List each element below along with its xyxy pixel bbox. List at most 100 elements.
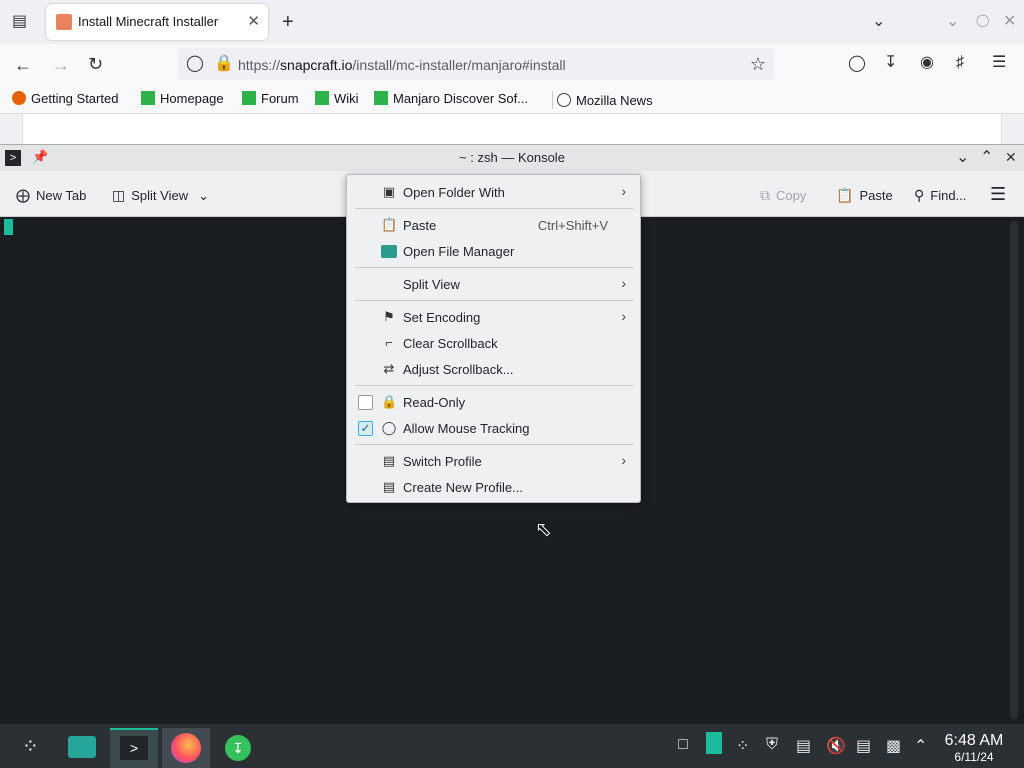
bookmark-wiki[interactable]: Wiki [315,91,359,106]
new-tab-button[interactable]: ⨁ New Tab [16,187,86,204]
extensions-icon[interactable]: ♯ [956,55,964,71]
minimize-icon[interactable]: ⌄ [956,150,969,166]
bookmark-manjaro-discover[interactable]: Manjaro Discover Sof... [374,91,528,106]
manjaro-icon [315,91,329,105]
bookmark-getting-started[interactable]: Getting Started [12,91,118,106]
bookmark-mozilla-news[interactable]: Mozilla News [548,91,653,109]
browser-tab[interactable]: Install Minecraft Installer ✕ [46,4,268,40]
read-only-checkbox[interactable] [358,395,373,410]
manjaro-icon [374,91,388,105]
mouse-icon: ◯ [381,420,397,435]
paste-button[interactable]: 📋 Paste [836,187,893,204]
downloads-icon[interactable]: ↧ [884,55,897,71]
page-content [22,114,1002,144]
hamburger-menu-icon[interactable]: ☰ [990,184,1006,205]
taskbar-konsole[interactable]: > [110,728,158,768]
bookmarks-toolbar: Getting Started Homepage Forum Wiki Manj… [0,84,1024,114]
network-icon[interactable]: ⁘ [736,736,749,756]
show-desktop-icon[interactable]: □ [678,736,688,754]
menu-item-allow-mouse-tracking[interactable]: ✓ ◯ Allow Mouse Tracking [347,415,640,441]
menu-item-split-view[interactable]: Split View › [347,271,640,297]
url-bar[interactable]: ◯ 🔒 https://snapcraft.io/install/mc-inst… [178,48,774,80]
clear-icon: ⌐ [385,335,393,350]
split-view-button[interactable]: ◫ Split View ⌄ [112,187,209,204]
open-folder-with-icon: ▣ [382,184,396,199]
close-window-icon[interactable]: ✕ [1003,14,1016,30]
tab-strip: ▤ Install Minecraft Installer ✕ + ⌄ ⌄ ◯ … [0,0,1024,44]
switch-profile-icon: ▤ [382,453,396,468]
pocket-icon[interactable]: ◯ [848,56,866,72]
menu-item-clear-scrollback[interactable]: ⌐ Clear Scrollback [347,330,640,356]
app-launcher-icon[interactable]: ⁘ [22,734,39,759]
konsole-app-icon: > [120,736,148,760]
back-icon[interactable]: ← [14,56,32,74]
menu-item-open-folder-with[interactable]: ▣ Open Folder With › [347,179,640,205]
menu-item-create-new-profile[interactable]: ▤ Create New Profile... [347,474,640,500]
forward-icon[interactable]: → [52,56,70,74]
chevron-right-icon: › [621,183,626,199]
menu-item-switch-profile[interactable]: ▤ Switch Profile › [347,448,640,474]
taskbar: ⁘ > ↧ □ ⁘ ⛨ ▤ 🔇 ▤ ▩ ⌃ [0,724,1024,768]
taskbar-file-manager[interactable] [58,728,106,768]
disk-icon[interactable]: ▤ [856,736,871,756]
taskbar-firefox[interactable] [162,728,210,768]
reload-icon[interactable]: ↻ [88,55,103,73]
lock-icon: 🔒 [381,394,398,409]
menu-item-paste[interactable]: 📋 Paste Ctrl+Shift+V [347,212,640,238]
shield-icon[interactable]: ⛨ [766,736,778,754]
volume-muted-icon[interactable]: 🔇 [826,736,846,756]
list-all-tabs-icon[interactable]: ▤ [12,14,27,30]
chevron-right-icon: › [621,275,626,291]
chevron-right-icon: › [621,308,626,324]
lock-icon[interactable]: 🔒 [214,56,234,72]
tab-favicon-icon [56,14,72,30]
maximize-icon[interactable]: ⌃ [980,150,993,166]
mouse-pointer-icon: ⬁ [535,519,552,541]
url-text: https://snapcraft.io/install/mc-installe… [238,57,566,73]
menu-item-adjust-scrollback[interactable]: ⇄ Adjust Scrollback... [347,356,640,382]
menu-item-read-only[interactable]: 🔒 Read-Only [347,389,640,415]
menu-item-open-file-manager[interactable]: Open File Manager [347,238,640,264]
close-tab-icon[interactable]: ✕ [247,12,260,30]
search-icon: ⚲ [914,187,925,203]
clipboard-icon[interactable] [706,732,722,754]
scrollbar[interactable] [1010,221,1018,719]
display-icon[interactable]: ▩ [886,736,901,756]
expand-tray-icon[interactable]: ⌃ [914,736,927,756]
minimize-icon[interactable]: ⌄ [946,14,959,30]
new-profile-icon: ▤ [382,479,396,494]
new-tab-icon[interactable]: + [282,12,294,32]
allow-mouse-tracking-checkbox[interactable]: ✓ [358,421,373,436]
folder-icon [381,245,397,258]
menu-separator [355,444,634,445]
menu-separator [355,267,634,268]
menu-separator [355,208,634,209]
firefox-icon [171,733,201,763]
menu-item-set-encoding[interactable]: ⚑ Set Encoding › [347,304,640,330]
close-icon[interactable]: ✕ [1005,150,1017,164]
copy-button[interactable]: ⧉ Copy [760,187,806,204]
clock-date: 6/11/24 [954,750,994,764]
clipboard-tray-icon[interactable]: ▤ [796,736,811,756]
maximize-icon[interactable]: ◯ [976,14,989,26]
shield-icon[interactable]: ◯ [186,56,204,72]
terminal-cursor [4,219,13,235]
menu-icon[interactable]: ☰ [992,55,1006,71]
konsole-title: ~ : zsh — Konsole [459,150,565,165]
paste-shortcut: Ctrl+Shift+V [537,218,608,233]
find-button[interactable]: ⚲ Find... [914,187,966,204]
bookmark-forum[interactable]: Forum [242,91,299,106]
copy-icon: ⧉ [760,187,770,203]
firefox-icon [12,91,26,105]
bookmark-homepage[interactable]: Homepage [141,91,224,106]
account-icon[interactable]: ◉ [920,55,934,71]
manjaro-icon [242,91,256,105]
chevron-down-icon: ⌄ [198,188,209,203]
bookmark-star-icon[interactable]: ☆ [750,55,766,73]
clock[interactable]: 6:48 AM 6/11/24 [936,732,1012,764]
paste-icon: 📋 [381,217,398,232]
taskbar-updater[interactable]: ↧ [214,728,262,768]
folder-icon [68,736,96,758]
adjust-icon: ⇄ [383,361,395,376]
tab-overflow-chevron-icon[interactable]: ⌄ [872,14,885,30]
